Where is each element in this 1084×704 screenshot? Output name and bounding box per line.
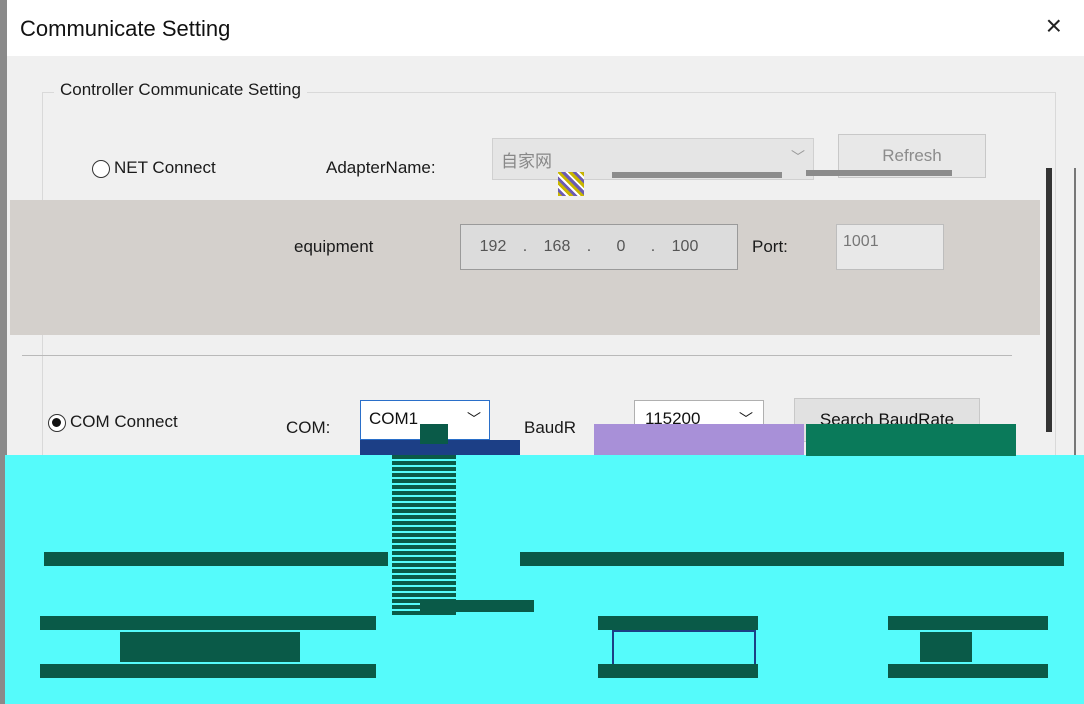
glitch-bar <box>40 664 376 678</box>
equipment-label: equipment <box>294 237 374 256</box>
com-connect-radio[interactable]: COM Connect <box>48 412 178 432</box>
adapter-name-value: 自家网 <box>501 152 552 172</box>
glitch-block <box>806 424 1016 456</box>
glitch-block <box>594 424 804 456</box>
net-connect-label: NET Connect <box>114 158 216 177</box>
glitch-block <box>420 424 448 444</box>
section-divider <box>22 355 1012 356</box>
scrollbar-track <box>1074 168 1076 458</box>
glitch-frame <box>612 630 756 668</box>
glitch-bar <box>888 664 1048 678</box>
com-connect-label: COM Connect <box>70 412 178 431</box>
group-legend: Controller Communicate Setting <box>54 80 307 100</box>
ip-octet: 100 <box>671 238 699 255</box>
ip-dot: . <box>650 238 656 255</box>
ip-dot: . <box>586 238 592 255</box>
radio-unchecked-icon <box>92 159 110 178</box>
radio-checked-icon <box>48 413 66 432</box>
glitch-bar <box>40 616 376 630</box>
glitch-bar <box>44 552 388 566</box>
port-label: Port: <box>752 237 788 256</box>
glitch-block <box>558 172 584 196</box>
adapter-name-label: AdapterName: <box>326 158 436 177</box>
chevron-down-icon: ﹀ <box>791 149 805 165</box>
ip-address-field[interactable]: 192 . 168 . 0 . 100 <box>460 224 738 270</box>
glitch-block <box>120 632 300 662</box>
scrollbar-thumb[interactable] <box>1046 168 1052 432</box>
com-label: COM: <box>286 418 331 437</box>
window-title: Communicate Setting <box>20 16 231 41</box>
ip-octet: 192 <box>479 238 507 255</box>
glitch-bar <box>888 616 1048 630</box>
ip-octet: 168 <box>543 238 571 255</box>
chevron-down-icon: ﹀ <box>467 411 481 427</box>
baudrate-label: BaudR <box>524 418 576 437</box>
glitch-bar <box>520 552 1064 566</box>
close-icon[interactable]: × <box>1046 12 1062 40</box>
ip-dot: . <box>522 238 528 255</box>
port-field[interactable]: 1001 <box>836 224 944 270</box>
com-port-value: COM1 <box>369 409 419 428</box>
glitch-block <box>920 632 972 662</box>
net-connect-radio[interactable]: NET Connect <box>92 158 216 178</box>
glitch-bar <box>806 170 952 176</box>
glitch-bar <box>598 616 758 630</box>
glitch-bar <box>598 664 758 678</box>
ip-octet: 0 <box>616 238 626 255</box>
glitch-bar <box>420 600 534 612</box>
glitch-column <box>392 455 456 615</box>
glitch-bar <box>612 172 782 178</box>
